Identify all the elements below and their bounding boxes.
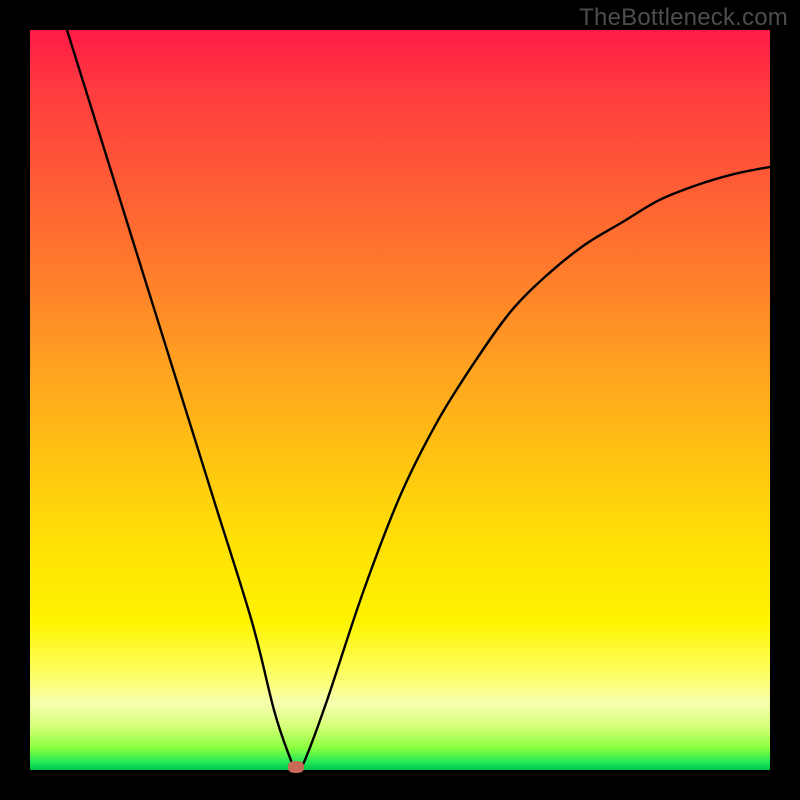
watermark-text: TheBottleneck.com: [579, 4, 788, 32]
minimum-marker: [288, 761, 304, 773]
plot-area: [30, 30, 770, 770]
bottleneck-curve: [30, 30, 770, 770]
chart-frame: TheBottleneck.com: [0, 0, 800, 800]
